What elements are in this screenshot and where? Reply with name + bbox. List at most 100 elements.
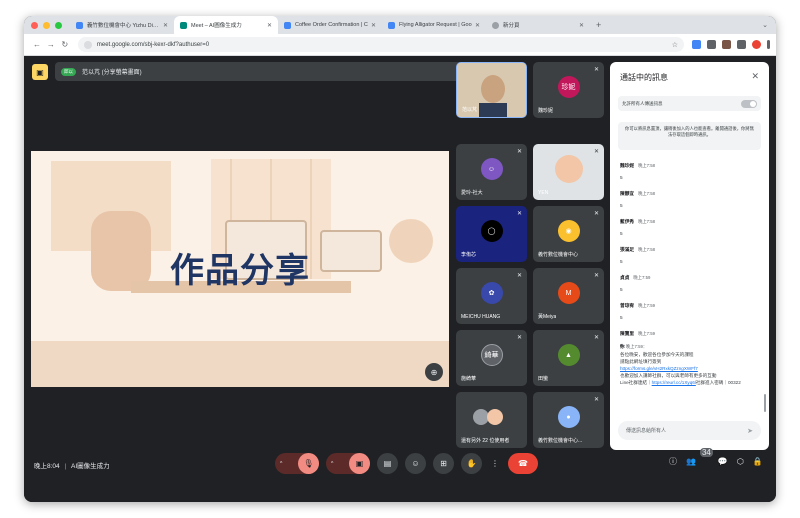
mic-off-icon: ✕ [516,273,522,279]
people-icon[interactable]: 👥34 [686,448,713,466]
zoom-icon[interactable]: ⊕ [425,363,443,381]
message-time: 晚上7:58 [638,163,656,168]
avatar: 珍妮 [557,76,580,99]
more-menu-icon[interactable] [766,40,770,49]
url-text: meet.google.com/sbj-kexr-dkf?authuser=0 [96,41,210,48]
mic-off-icon: ✕ [593,149,599,155]
tab-meet[interactable]: Meet – AI圖像生成力 ✕ [174,16,278,34]
close-icon[interactable]: ✕ [475,22,480,29]
chat-notice: 你可以將訊息置頂，讓稍後加入的人也能查看。離開通話後，你將無法存取這個即時通訊。 [618,122,761,150]
leave-call-button[interactable]: ☎ [508,453,538,474]
address-bar[interactable]: meet.google.com/sbj-kexr-dkf?authuser=0 … [77,37,684,52]
message-sender: 藍伊秀 [620,219,635,224]
chevron-up-icon[interactable]: ^ [331,461,333,467]
avatar: ◉ [557,220,580,243]
allow-messages-row: 允許所有人傳送訊息 [618,96,761,111]
present-button[interactable]: ⊞ [433,453,454,474]
captions-button[interactable]: ▤ [377,453,398,474]
activities-icon[interactable]: ⬡ [737,457,744,466]
send-icon[interactable]: ➤ [747,427,753,435]
more-options-button[interactable]: ⋮ [489,453,501,474]
participant-tile[interactable]: ✕ M 黃Meiya [533,268,604,324]
slide-title: 作品分享 [170,251,310,291]
participant-tile[interactable]: ✕ ◯ 李侑芯 [456,206,527,262]
meet-area: ▣ 邱以 范以芃 (分享螢幕畫面) 作品分享 ⊕ 范以芃 ✕ 珍妮 魏珍妮 ✕ … [24,56,776,502]
emoji-icon: ☺ [411,459,420,468]
more-participants-tile[interactable]: 還有另外 22 位使用者 [456,392,527,448]
mic-off-icon: ✕ [593,211,599,217]
avatar: ▲ [557,344,580,367]
site-info-icon[interactable] [83,40,92,49]
message-text: 請點此網址填行簽到 [620,358,662,364]
close-icon[interactable]: ✕ [371,22,376,29]
close-icon[interactable]: ✕ [267,22,272,29]
minimize-window-button[interactable] [43,21,50,29]
bookmark-star-icon[interactable]: ☆ [672,41,678,49]
chat-message: 魏珍妮 晚上7:58 5 [620,154,762,182]
info-icon[interactable]: ⓘ [669,456,677,467]
camera-button[interactable]: ^ ▣ [326,453,370,474]
end-call-icon: ☎ [518,459,528,468]
message-text: 5 [620,231,623,236]
message-text: 5 [620,287,623,292]
back-icon[interactable]: ← [30,40,44,49]
mic-off-icon: ✕ [516,211,522,217]
raise-hand-button[interactable]: ✋ [461,453,482,474]
chat-scrollbar[interactable] [764,394,766,412]
allow-messages-toggle[interactable] [741,99,757,108]
new-tab-button[interactable]: + [596,20,601,30]
tab-new[interactable]: 新分頁 ✕ [486,16,590,34]
message-sender: 張滿足 [620,247,635,252]
participant-tile[interactable]: ✕ ● 義竹數位機會中心... [533,392,604,448]
presenter-banner: 邱以 范以芃 (分享螢幕畫面) [55,62,476,81]
mic-button[interactable]: ^ 🎙 [275,453,319,474]
close-window-button[interactable] [31,21,38,29]
mic-off-icon: ✕ [516,335,522,341]
puzzle-icon[interactable] [736,40,746,49]
message-sender: 陳寶里 [620,331,635,336]
close-icon[interactable]: ✕ [163,22,168,29]
participant-name: 施綺華 [461,376,477,382]
side-panel-buttons: ⓘ 👥34 💬 ⬡ 🔒 [669,448,763,467]
mic-off-icon: ✕ [593,335,599,341]
mic-off-icon: ✕ [593,273,599,279]
participant-tile[interactable]: ✕ ▲ 田蠻 [533,330,604,386]
chat-input[interactable]: 傳送訊息給所有人 ➤ [618,421,761,440]
captions-icon: ▤ [383,459,392,468]
extension-icon[interactable] [706,40,716,49]
form-link[interactable]: https://forms.gle/vH2RxkQZzngXWFf7 [620,365,762,372]
participant-tile[interactable]: ✕ 珍妮 魏珍妮 [533,62,604,118]
chevron-up-icon[interactable]: ^ [280,461,282,467]
extension-meet-icon[interactable] [691,40,701,49]
close-icon[interactable]: ✕ [579,22,584,29]
host-controls-icon[interactable]: 🔒 [753,457,763,466]
line-community-link[interactable]: https://reurl.cc/1Xyq6l [652,380,696,385]
forward-icon[interactable]: → [44,40,58,49]
close-icon[interactable]: ✕ [751,71,759,82]
extensions-area [691,40,770,49]
meeting-info: 晚上8:04 | AI圖像生成力 [34,460,110,470]
participant-tile-self[interactable]: 范以芃 [456,62,527,118]
participant-tile[interactable]: ✕ ✿ MEICHU HUANG [456,268,527,324]
participant-tile[interactable]: ✕ YEN [533,144,604,200]
present-icon: ⊞ [440,459,447,468]
tab-yizhu[interactable]: 義竹數位機會中心 Yizhu Digita ✕ [70,16,174,34]
participant-tile[interactable]: ✕ ☺ 愛玲-社大 [456,144,527,200]
participant-tile[interactable]: ✕ ◉ 義竹數位機會中心 [533,206,604,262]
tab-coffee-order[interactable]: Coffee Order Confirmation | C ✕ [278,16,382,34]
tab-search-icon[interactable]: ⌄ [762,21,768,29]
profile-avatar[interactable] [751,40,761,49]
reload-icon[interactable]: ↻ [58,40,72,49]
chat-icon[interactable]: 💬 [718,457,728,466]
tab-favicon [76,21,83,29]
maximize-window-button[interactable] [55,21,62,29]
participant-tile[interactable]: ✕ 綺華 施綺華 [456,330,527,386]
emoji-button[interactable]: ☺ [405,453,426,474]
tab-label: Coffee Order Confirmation | C [295,22,368,28]
more-vert-icon: ⋮ [491,459,499,468]
tab-flying-alligator[interactable]: Flying Alligator Request | Goo ✕ [382,16,486,34]
chat-title: 通話中的訊息 [620,73,668,82]
message-time: 晚上7:59 [638,303,656,308]
extension-icon[interactable] [721,40,731,49]
chat-message: 陳靜宜 晚上7:58 5 [620,182,762,210]
